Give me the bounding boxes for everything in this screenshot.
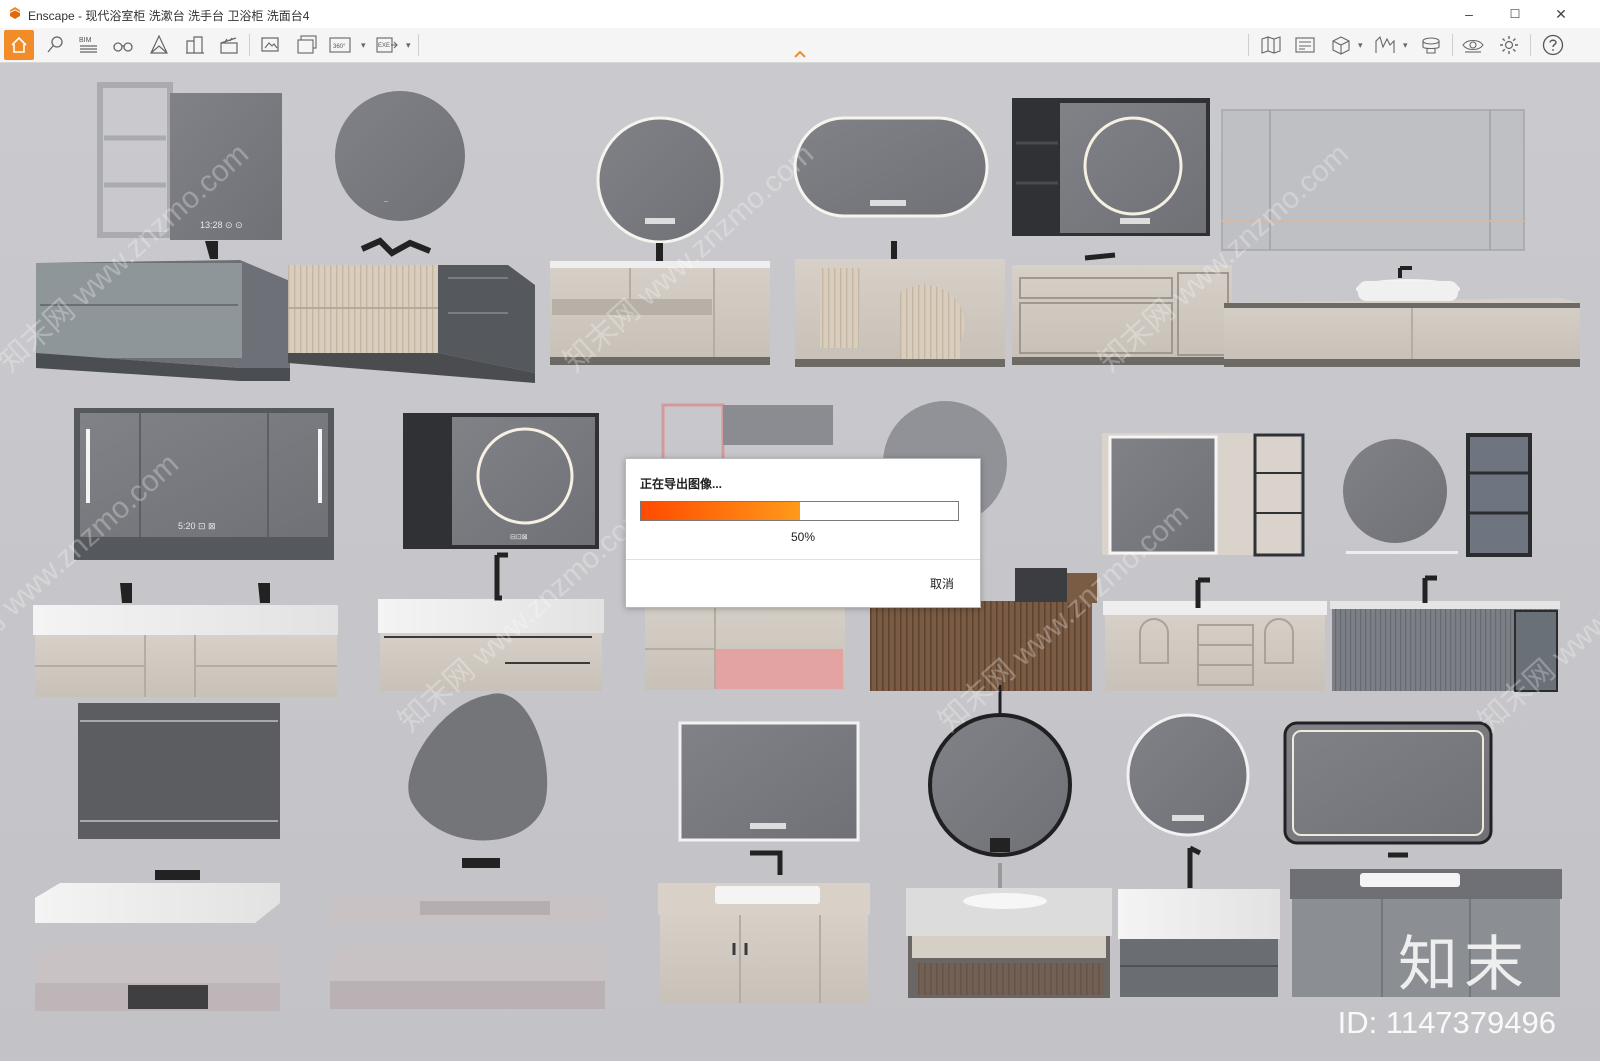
- close-button[interactable]: ✕: [1538, 0, 1584, 28]
- dialog-title: 正在导出图像...: [640, 477, 723, 491]
- dialog-divider: [626, 559, 980, 560]
- mirror-clock-label: 5:20 ⊡ ⊠: [178, 521, 216, 531]
- title-bar: Enscape - 现代浴室柜 洗漱台 洗手台 卫浴柜 洗面台4 – ☐ ✕: [0, 0, 1600, 29]
- mirror-clock-label: 13:28 ⊙ ⊙: [200, 220, 243, 230]
- asset-library-icon: [1332, 36, 1350, 55]
- toolbar-separator: [418, 34, 419, 56]
- brand-id: ID: 1147379496: [1337, 1005, 1556, 1040]
- svg-text:EXE: EXE: [378, 43, 390, 49]
- svg-text:360°: 360°: [333, 44, 346, 50]
- terrain-button[interactable]: [1370, 30, 1400, 60]
- panorama-dropdown-caret[interactable]: ▾: [361, 40, 366, 51]
- batch-render-icon: [297, 35, 317, 54]
- set-14: [658, 721, 870, 1003]
- brand-logo: 知末: [1398, 930, 1530, 1000]
- set-6: [1221, 109, 1580, 367]
- collapse-toolbar-chevron-icon[interactable]: [792, 48, 808, 60]
- progress-percent: 50%: [790, 530, 816, 544]
- mirror-clock-label: ⊟⊡⊠: [510, 534, 528, 541]
- home-icon: [11, 36, 27, 53]
- svg-text:~: ~: [384, 199, 388, 206]
- set-12: [35, 703, 280, 1011]
- terrain-dropdown-caret[interactable]: ▾: [1403, 40, 1408, 51]
- video-editor-icon: [1295, 37, 1315, 53]
- toolbar-separator: [1530, 34, 1531, 56]
- settings-icon: [1500, 36, 1518, 54]
- batch-render-button[interactable]: [292, 30, 322, 60]
- toolbar-separator: [1248, 34, 1249, 56]
- set-4: [793, 116, 1005, 367]
- set-13: [330, 693, 605, 1009]
- perspective-icon: [150, 34, 168, 54]
- visual-settings-icon: [1462, 39, 1484, 53]
- set-16: [1118, 713, 1280, 997]
- maximize-button[interactable]: ☐: [1492, 0, 1538, 28]
- set-11: [1330, 433, 1560, 692]
- set-5: [1012, 98, 1232, 365]
- buildings-button[interactable]: [180, 30, 210, 60]
- export-progress-bar: [640, 501, 959, 521]
- export-exe-icon: EXE: [376, 37, 398, 53]
- binoculars-icon: [113, 42, 133, 52]
- toolbar-separator: [1452, 34, 1453, 56]
- set-15: [906, 685, 1112, 998]
- bim-button[interactable]: BIM: [74, 30, 104, 60]
- set-2: ~: [288, 91, 535, 383]
- asset-dropdown-caret[interactable]: ▾: [1358, 40, 1363, 51]
- screenshot-button[interactable]: [256, 30, 286, 60]
- clapper-button[interactable]: [214, 30, 244, 60]
- settings-button[interactable]: [1494, 30, 1524, 60]
- set-3: [550, 116, 770, 365]
- minimize-button[interactable]: –: [1446, 0, 1492, 28]
- export-progress-dialog: 正在导出图像... 50% 取消: [625, 458, 981, 608]
- bim-icon: BIM: [79, 37, 97, 53]
- map-icon: [1261, 36, 1281, 54]
- screenshot-icon: [261, 37, 279, 52]
- terrain-icon: [1375, 35, 1395, 53]
- map-button[interactable]: [1256, 30, 1286, 60]
- progress-fill: [641, 502, 800, 520]
- cancel-button[interactable]: 取消: [930, 575, 954, 592]
- help-button[interactable]: [1538, 30, 1568, 60]
- binoculars-button[interactable]: [108, 30, 138, 60]
- enscape-logo-icon: [10, 7, 20, 19]
- visual-settings-button[interactable]: [1458, 30, 1488, 60]
- window-title: Enscape - 现代浴室柜 洗漱台 洗手台 卫浴柜 洗面台4: [28, 9, 310, 23]
- material-button[interactable]: [1416, 30, 1446, 60]
- video-editor-button[interactable]: [1290, 30, 1320, 60]
- clapper-icon: [220, 37, 238, 54]
- material-icon: [1422, 37, 1440, 54]
- panorama-button[interactable]: 360°: [326, 30, 356, 60]
- asset-library-button[interactable]: [1326, 30, 1356, 60]
- buildings-icon: [186, 36, 204, 54]
- help-icon: [1542, 34, 1564, 56]
- home-button[interactable]: [4, 30, 34, 60]
- panorama-360-icon: 360°: [329, 37, 351, 53]
- export-dropdown-caret[interactable]: ▾: [406, 40, 411, 51]
- pin-icon: [47, 36, 63, 53]
- export-exe-button[interactable]: EXE: [372, 30, 402, 60]
- toolbar-separator: [249, 34, 250, 56]
- svg-text:BIM: BIM: [79, 37, 92, 44]
- perspective-button[interactable]: [144, 30, 174, 60]
- pin-button[interactable]: [40, 30, 70, 60]
